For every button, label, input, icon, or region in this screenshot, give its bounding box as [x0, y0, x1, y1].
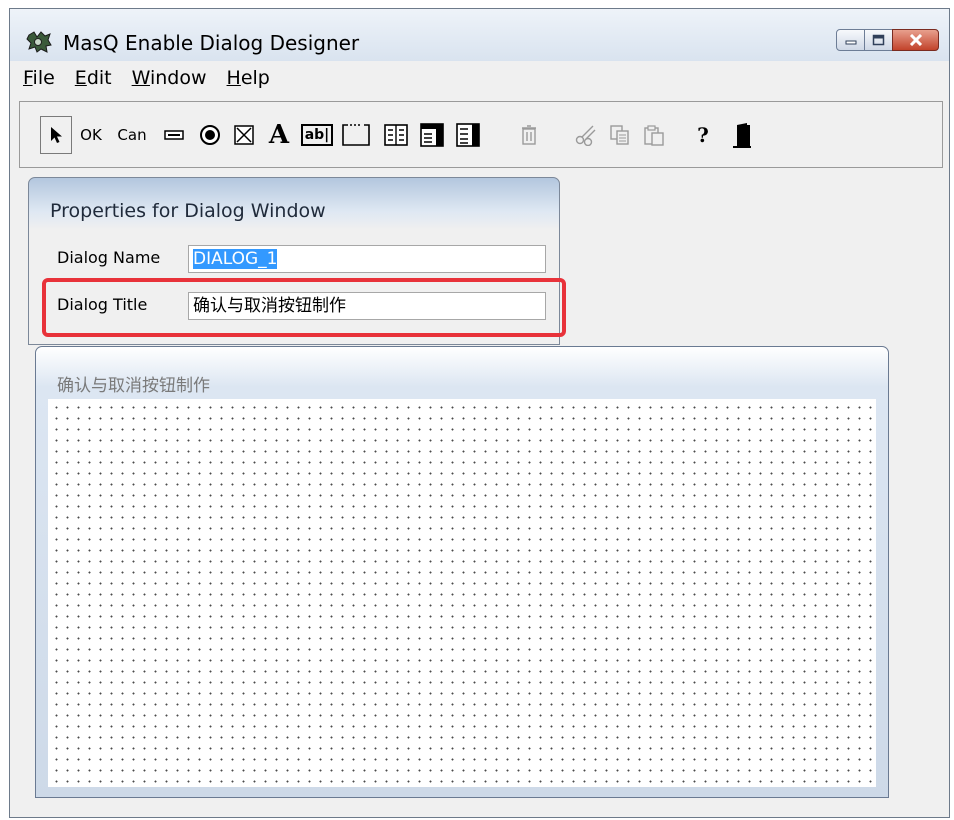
exit-tool[interactable]	[728, 116, 756, 154]
menu-edit-label: dit	[86, 67, 112, 89]
minimize-button[interactable]	[836, 29, 865, 51]
maximize-button[interactable]	[864, 29, 893, 51]
pushbutton-icon	[164, 130, 184, 140]
dialog-preview[interactable]: 确认与取消按钮制作	[35, 346, 889, 798]
cut-icon	[575, 125, 596, 146]
pushbutton-tool[interactable]	[161, 116, 187, 154]
groupbox-icon	[342, 124, 370, 146]
checkbox-icon	[234, 125, 254, 145]
text-tool[interactable]: A	[264, 116, 294, 154]
properties-title: Properties for Dialog Window	[50, 200, 326, 222]
menu-edit[interactable]: Edit	[75, 61, 112, 95]
exit-door-icon	[733, 123, 751, 148]
paste-tool[interactable]	[640, 116, 668, 154]
menu-edit-mnemonic: E	[74, 67, 87, 89]
delete-tool[interactable]	[516, 116, 542, 154]
menu-file[interactable]: File	[23, 61, 55, 95]
copy-tool[interactable]	[606, 116, 634, 154]
app-icon	[26, 31, 52, 53]
copy-icon	[610, 125, 629, 145]
toolbar: OK Can A ab| ?	[19, 101, 943, 168]
menu-window-label: indow	[149, 67, 207, 89]
menu-file-mnemonic: F	[23, 67, 33, 89]
menu-bar: File Edit Window Help	[10, 61, 949, 95]
menu-window[interactable]: Window	[132, 61, 207, 95]
cut-tool[interactable]	[572, 116, 600, 154]
dialog-preview-title: 确认与取消按钮制作	[57, 376, 210, 396]
menu-window-mnemonic: W	[131, 67, 150, 89]
dialog-name-input[interactable]: DIALOG_1	[188, 245, 546, 273]
radio-icon	[200, 125, 220, 145]
menu-help-label: elp	[240, 67, 270, 89]
design-grid[interactable]	[48, 399, 876, 787]
dropdown-list-tool[interactable]	[453, 116, 483, 154]
title-bar[interactable]: MasQ Enable Dialog Designer	[10, 9, 949, 61]
dialog-name-label: Dialog Name	[57, 248, 161, 267]
app-window: MasQ Enable Dialog Designer File Edit Wi…	[9, 8, 950, 818]
menu-help[interactable]: Help	[227, 61, 270, 95]
close-button[interactable]	[892, 29, 939, 51]
groupbox-tool[interactable]	[338, 116, 374, 154]
help-tool[interactable]: ?	[690, 116, 716, 154]
edit-field-tool[interactable]: ab|	[300, 116, 334, 154]
window-controls	[836, 29, 939, 51]
minimize-icon	[845, 40, 856, 45]
window-title: MasQ Enable Dialog Designer	[63, 31, 360, 55]
close-icon	[909, 34, 922, 46]
combobox-tool[interactable]	[417, 116, 447, 154]
checkbox-tool[interactable]	[230, 116, 258, 154]
menu-help-mnemonic: H	[226, 67, 241, 89]
trash-icon	[522, 125, 536, 145]
pointer-icon	[51, 127, 62, 143]
listbox-tool[interactable]	[381, 116, 411, 154]
combobox-icon	[420, 123, 444, 147]
dialog-name-value: DIALOG_1	[193, 249, 278, 269]
listbox-icon	[384, 124, 408, 146]
menu-file-label: ile	[32, 67, 55, 89]
edit-field-icon: ab|	[300, 124, 334, 146]
pointer-tool[interactable]	[40, 116, 72, 154]
paste-icon	[644, 125, 664, 146]
dialog-title-highlight	[42, 278, 566, 337]
ok-button-tool[interactable]: OK	[76, 116, 106, 154]
maximize-icon	[872, 34, 885, 46]
dropdown-list-icon	[456, 123, 480, 147]
cancel-button-tool[interactable]: Can	[112, 116, 152, 154]
radio-tool[interactable]	[196, 116, 224, 154]
